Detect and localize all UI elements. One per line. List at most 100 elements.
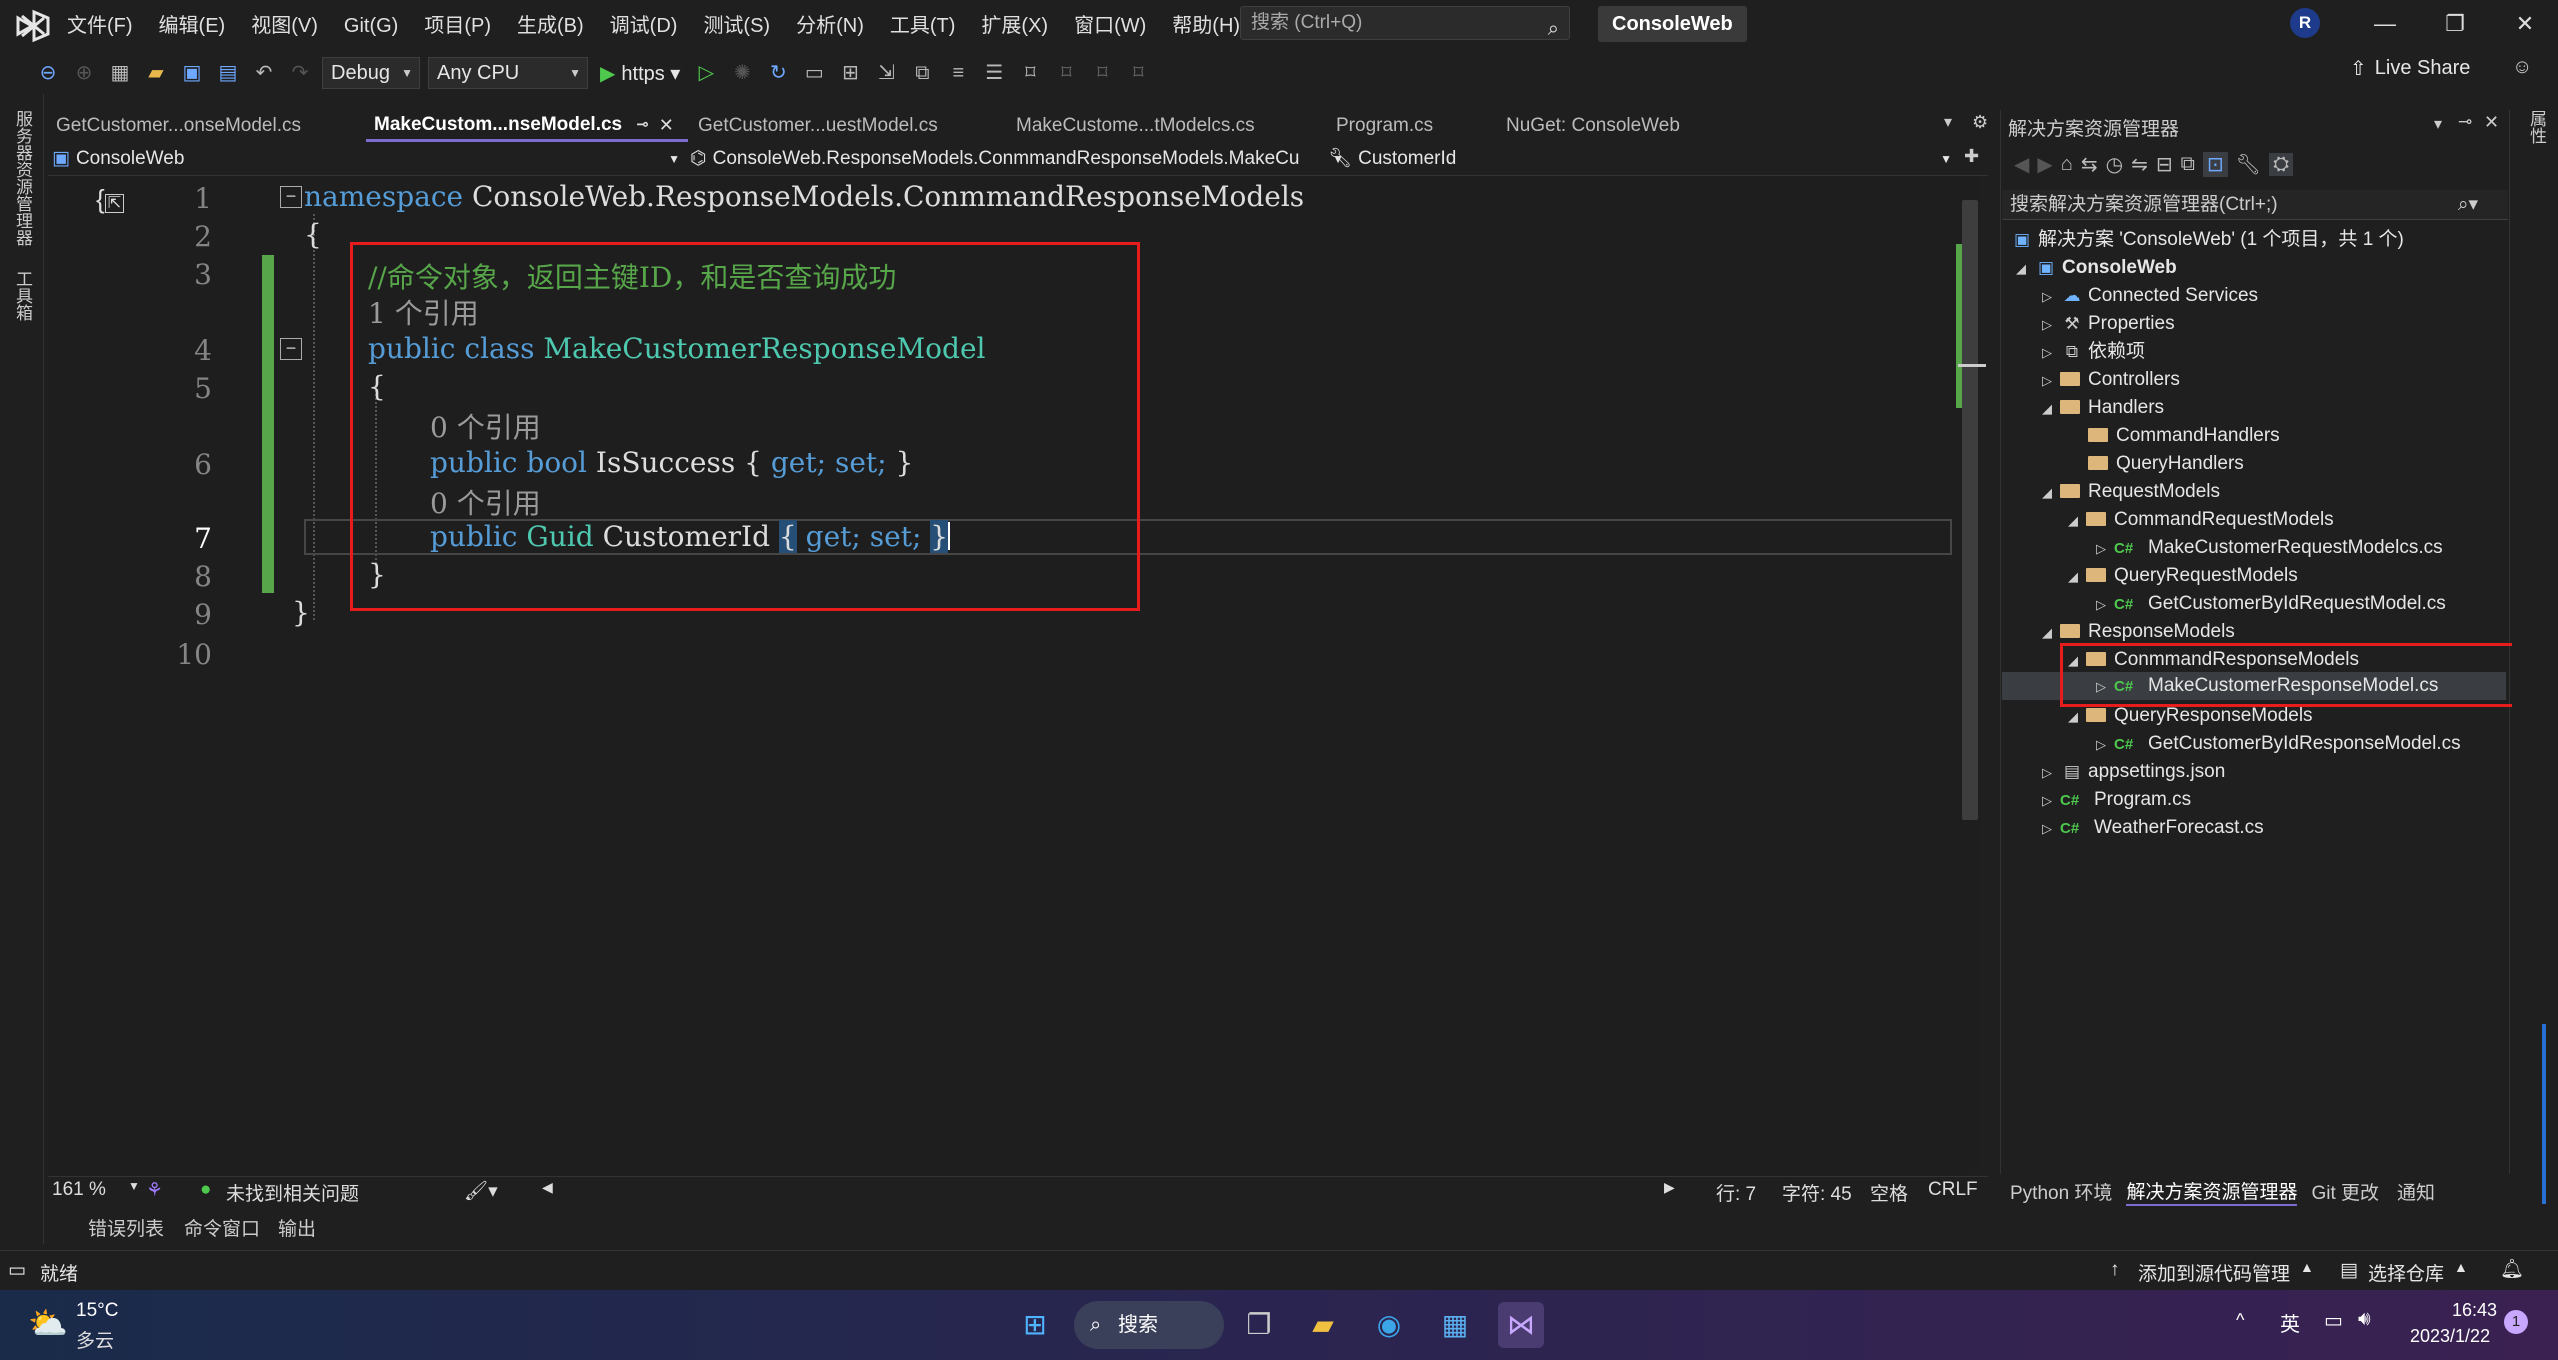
expand-arrow-icon[interactable]: ▷ bbox=[2042, 339, 2060, 367]
notification-bell-icon[interactable]: 🔔︎ bbox=[2500, 1257, 2524, 1281]
expand-arrow-icon[interactable]: ▷ bbox=[2042, 367, 2060, 395]
minimize-icon[interactable]: — bbox=[2350, 0, 2420, 48]
tree-item-appsettings[interactable]: ▷ ▤ appsettings.json bbox=[2042, 758, 2225, 786]
tab-nuget[interactable]: NuGet: ConsoleWeb bbox=[1498, 110, 1748, 142]
menu-window[interactable]: 窗口(W) bbox=[1061, 0, 1159, 52]
collapse-arrow-icon[interactable]: ◢ bbox=[2068, 563, 2086, 591]
visual-studio-taskbar-icon[interactable]: ⋈ bbox=[1498, 1302, 1544, 1348]
tab-make-customer-request[interactable]: MakeCustome...tModelcs.cs bbox=[1008, 110, 1326, 142]
tree-item-properties[interactable]: ▷ ⚒ Properties bbox=[2042, 310, 2175, 338]
show-all-files-icon[interactable]: ⧉ bbox=[2181, 153, 2195, 176]
live-share-button[interactable]: ⇧ Live Share bbox=[2350, 56, 2470, 81]
feedback-icon[interactable]: ☺ bbox=[2512, 56, 2532, 79]
type-dropdown[interactable]: ⌬ ConsoleWeb.ResponseModels.ConmmandRespo… bbox=[690, 144, 1350, 174]
collapse-class-icon[interactable]: − bbox=[280, 338, 302, 360]
collapse-arrow-icon[interactable]: ◢ bbox=[2068, 703, 2086, 731]
expand-arrow-icon[interactable]: ▷ bbox=[2042, 759, 2060, 787]
tab-list-icon[interactable]: ▾ bbox=[1944, 112, 1952, 132]
tree-item-handlers[interactable]: ◢ Handlers bbox=[2042, 394, 2164, 422]
scrollbar-thumb[interactable] bbox=[1962, 200, 1978, 820]
back-icon[interactable]: ◀ bbox=[2014, 152, 2029, 177]
tree-item-response-models[interactable]: ◢ ResponseModels bbox=[2042, 618, 2235, 646]
preview-icon[interactable]: ⊡ bbox=[2202, 152, 2228, 177]
start-without-debug-icon[interactable]: ▷ bbox=[692, 59, 720, 87]
expand-arrow-icon[interactable]: ▷ bbox=[2042, 311, 2060, 339]
add-to-source-control[interactable]: 添加到源代码管理 bbox=[2138, 1259, 2290, 1286]
refresh-icon[interactable]: ↻ bbox=[764, 59, 792, 87]
project-dropdown[interactable]: ▣ ConsoleWeb ▼ bbox=[52, 144, 686, 174]
copy-icon[interactable]: ⧉ bbox=[908, 59, 936, 87]
clock-date[interactable]: 2023/1/22 bbox=[2410, 1326, 2490, 1347]
next-bookmark-icon[interactable]: ⌑ bbox=[1088, 59, 1116, 87]
clear-bookmark-icon[interactable]: ⌑ bbox=[1124, 59, 1152, 87]
configuration-select[interactable]: Debug ▼ bbox=[322, 57, 420, 89]
member-dropdown[interactable]: 🔧︎ CustomerId ▼ bbox=[1328, 144, 1958, 174]
close-icon[interactable]: ✕ bbox=[2490, 0, 2558, 48]
menu-test[interactable]: 测试(S) bbox=[690, 0, 783, 52]
hot-reload-icon[interactable]: ✺ bbox=[728, 59, 756, 87]
close-icon[interactable]: ✕ bbox=[2484, 112, 2499, 133]
volume-icon[interactable]: 🔊︎ bbox=[2358, 1308, 2371, 1331]
tree-item-make-customer-request-file[interactable]: ▷ C# MakeCustomerRequestModelcs.cs bbox=[2096, 534, 2443, 562]
scroll-right-icon[interactable]: ▶ bbox=[1664, 1179, 1675, 1196]
chevron-up-icon[interactable]: ▲ bbox=[2300, 1259, 2314, 1275]
project-node[interactable]: ◢ ▣ ConsoleWeb bbox=[2016, 254, 2177, 282]
visual-studio-logo-icon[interactable] bbox=[14, 8, 52, 44]
tree-item-controllers[interactable]: ▷ Controllers bbox=[2042, 366, 2180, 394]
expand-arrow-icon[interactable]: ▷ bbox=[2042, 815, 2060, 843]
expand-arrow-icon[interactable]: ▷ bbox=[2096, 731, 2114, 759]
sync-icon[interactable]: ⇋ bbox=[2131, 152, 2148, 177]
save-all-icon[interactable]: ▤ bbox=[214, 59, 242, 87]
properties-tab[interactable]: 属性 bbox=[2524, 110, 2549, 144]
collapse-arrow-icon[interactable]: ◢ bbox=[2042, 479, 2060, 507]
step-icon[interactable]: ⇲ bbox=[872, 59, 900, 87]
properties-wrench-icon[interactable]: 🔧︎ bbox=[2236, 152, 2261, 177]
search-icon[interactable]: ⌕▾ bbox=[2458, 190, 2478, 220]
windows-start-icon[interactable]: ⊞ bbox=[1012, 1302, 1058, 1348]
tree-item-command-handlers[interactable]: CommandHandlers bbox=[2088, 422, 2280, 450]
new-project-icon[interactable]: ▦ bbox=[106, 59, 134, 87]
tree-item-query-handlers[interactable]: QueryHandlers bbox=[2088, 450, 2244, 478]
pin-icon[interactable]: ⊸ bbox=[2458, 112, 2472, 132]
save-icon[interactable]: ▣ bbox=[178, 59, 206, 87]
tab-git-changes[interactable]: Git 更改 bbox=[2311, 1178, 2379, 1205]
task-view-icon[interactable]: ❐ bbox=[1236, 1302, 1282, 1348]
tab-get-customer-request[interactable]: GetCustomer...uestModel.cs bbox=[690, 110, 1006, 142]
tab-program[interactable]: Program.cs bbox=[1328, 110, 1498, 142]
collapse-namespace-icon[interactable]: − bbox=[280, 186, 302, 208]
browse-folder-icon[interactable]: ▭ bbox=[800, 59, 828, 87]
code-cleanup-icon[interactable]: 🖌︎▾ bbox=[464, 1179, 498, 1203]
menu-project[interactable]: 项目(P) bbox=[411, 0, 504, 52]
clock-time[interactable]: 16:43 bbox=[2452, 1300, 2497, 1321]
tree-item-weather-forecast[interactable]: ▷ C# WeatherForecast.cs bbox=[2042, 814, 2264, 842]
chevron-up-icon[interactable]: ^ bbox=[2236, 1310, 2244, 1331]
solution-node[interactable]: ▣ 解决方案 'ConsoleWeb' (1 个项目，共 1 个) bbox=[2010, 226, 2404, 254]
tree-item-program[interactable]: ▷ C# Program.cs bbox=[2042, 786, 2191, 814]
collapse-arrow-icon[interactable]: ◢ bbox=[2042, 619, 2060, 647]
menu-git[interactable]: Git(G) bbox=[331, 0, 411, 52]
collapse-arrow-icon[interactable]: ◢ bbox=[2042, 395, 2060, 423]
switch-views-icon[interactable]: ⇆ bbox=[2081, 152, 2098, 177]
run-button[interactable]: ▶ https ▾ bbox=[600, 61, 680, 86]
line-ending-indicator[interactable]: CRLF bbox=[1928, 1179, 1978, 1201]
zoom-level[interactable]: 161 % bbox=[52, 1179, 106, 1201]
prev-bookmark-icon[interactable]: ⌑ bbox=[1052, 59, 1080, 87]
message-icon[interactable]: ▭ bbox=[8, 1259, 26, 1282]
tab-error-list[interactable]: 错误列表 bbox=[88, 1214, 164, 1241]
tree-item-dependencies[interactable]: ▷ ⧉ 依赖项 bbox=[2042, 338, 2145, 366]
file-explorer-icon[interactable]: ▰ bbox=[1300, 1302, 1346, 1348]
expand-arrow-icon[interactable]: ◢ bbox=[2016, 255, 2034, 283]
restore-icon[interactable]: ❐ bbox=[2420, 0, 2490, 48]
forward-icon[interactable]: ▶ bbox=[2037, 152, 2052, 177]
layout-icon[interactable]: ⊞ bbox=[836, 59, 864, 87]
toolbox-tab[interactable]: 工具箱 bbox=[10, 270, 35, 321]
settings-gear-icon[interactable]: ⚙ bbox=[1972, 112, 1988, 133]
bookmark-icon[interactable]: ⌑ bbox=[1016, 59, 1044, 87]
collapse-all-icon[interactable]: ⊟ bbox=[2156, 152, 2173, 177]
menu-view[interactable]: 视图(V) bbox=[238, 0, 331, 52]
chevron-up-icon[interactable]: ▲ bbox=[2454, 1259, 2468, 1275]
forward-icon[interactable]: ⊕ bbox=[70, 59, 98, 87]
outdent-icon[interactable]: ☰ bbox=[980, 59, 1008, 87]
network-icon[interactable]: ▭ bbox=[2324, 1308, 2343, 1333]
tree-item-connected-services[interactable]: ▷ ☁ Connected Services bbox=[2042, 282, 2258, 310]
